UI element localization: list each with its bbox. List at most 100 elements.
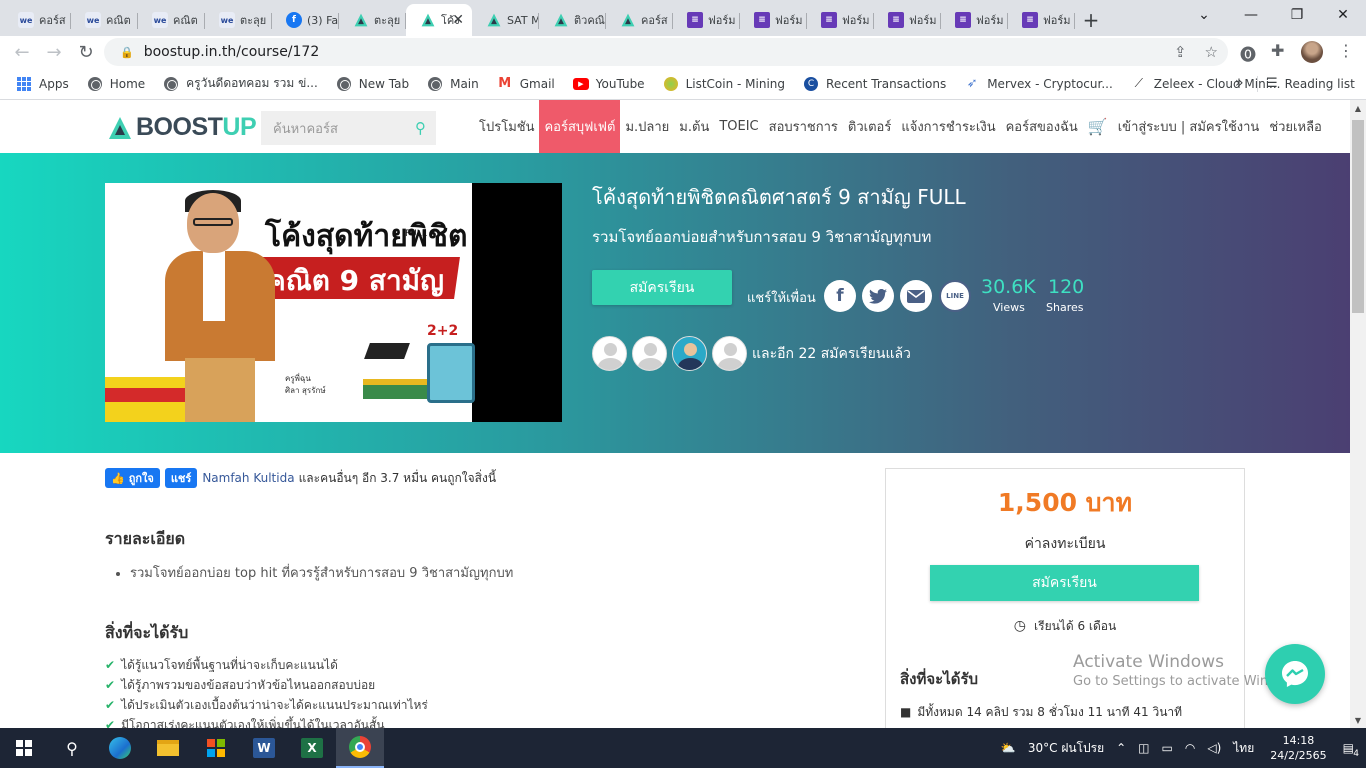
nav-civil-service[interactable]: สอบราชการ bbox=[764, 100, 843, 153]
facebook-like-button[interactable]: 👍 ถูกใจ bbox=[105, 468, 160, 488]
word-icon[interactable]: W bbox=[240, 728, 288, 768]
bookmark-item[interactable]: ➶ Mervex - Cryptocur... bbox=[964, 76, 1113, 92]
bookmark-item[interactable]: Apps bbox=[16, 76, 69, 92]
browser-tab[interactable]: SAT M bbox=[472, 4, 539, 36]
messenger-chat-button[interactable] bbox=[1265, 644, 1325, 704]
browser-tab[interactable]: ติวคณิ bbox=[539, 4, 606, 36]
browser-tab[interactable]: f (3) Fa bbox=[272, 4, 339, 36]
nav-promotion[interactable]: โปรโมชัน bbox=[474, 100, 539, 153]
browser-tab[interactable]: ≡ ฟอร์ม bbox=[941, 4, 1008, 36]
close-window-button[interactable]: ✕ bbox=[1320, 0, 1366, 30]
browser-tab[interactable]: ≡ ฟอร์ม bbox=[1008, 4, 1075, 36]
reading-list-button[interactable]: ☰ Reading list bbox=[1266, 76, 1355, 91]
nav-buffet-course[interactable]: คอร์สบุฟเฟต์ bbox=[539, 100, 621, 153]
volume-icon[interactable]: ◁) bbox=[1207, 741, 1221, 755]
weather-text[interactable]: 30°C ฝนโปรย bbox=[1028, 739, 1104, 758]
share-page-icon[interactable]: ⇪ bbox=[1174, 43, 1187, 61]
chevron-up-icon[interactable]: ⌃ bbox=[1116, 741, 1126, 755]
profile-avatar[interactable] bbox=[1301, 41, 1323, 63]
student-avatar[interactable] bbox=[672, 336, 707, 371]
scroll-down-arrow[interactable]: ▼ bbox=[1350, 712, 1366, 728]
url-field[interactable]: 🔒 boostup.in.th/course/172 ⇪ ☆ bbox=[104, 38, 1228, 66]
line-share-icon[interactable]: LINE bbox=[939, 280, 971, 312]
twitter-share-icon[interactable] bbox=[862, 280, 894, 312]
browser-tab[interactable]: ตะลุย bbox=[339, 4, 406, 36]
facebook-share-icon[interactable]: f bbox=[824, 280, 856, 312]
weather-icon[interactable]: ⛅ bbox=[1001, 741, 1016, 755]
nav-toeic[interactable]: TOEIC bbox=[714, 100, 763, 153]
maximize-button[interactable]: ❐ bbox=[1274, 0, 1320, 30]
browser-tab[interactable]: we คณิต bbox=[138, 4, 205, 36]
browser-tab[interactable]: ≡ ฟอร์ม bbox=[874, 4, 941, 36]
file-explorer-icon[interactable] bbox=[144, 728, 192, 768]
system-tray: ⛅ 30°C ฝนโปรย ⌃ ◫ ▭ ◠ ◁) ไทย 14:18 24/2/… bbox=[995, 728, 1366, 768]
nav-lower-secondary[interactable]: ม.ต้น bbox=[674, 100, 714, 153]
browser-tab[interactable]: โค้ง ✕ bbox=[406, 4, 472, 36]
more-bookmarks-icon[interactable]: » bbox=[1235, 75, 1244, 91]
meet-now-icon[interactable]: ◫ bbox=[1138, 741, 1149, 755]
search-icon[interactable]: ⚲ bbox=[415, 119, 426, 137]
extensions-puzzle-icon[interactable]: ✚ bbox=[1271, 41, 1284, 60]
new-tab-button[interactable]: + bbox=[1075, 4, 1107, 36]
edge-icon[interactable] bbox=[96, 728, 144, 768]
tab-search-icon[interactable]: ⌄ bbox=[1181, 0, 1227, 30]
page-scrollbar[interactable]: ▲ ▼ bbox=[1350, 100, 1366, 728]
nav-login-register[interactable]: เข้าสู่ระบบ | สมัครใช้งาน bbox=[1113, 100, 1265, 153]
wifi-icon[interactable]: ◠ bbox=[1185, 741, 1195, 755]
notifications-icon[interactable]: ▤ 4 bbox=[1343, 741, 1359, 759]
bookmark-item[interactable]: M Gmail bbox=[497, 76, 554, 92]
chrome-menu-icon[interactable]: ⋮ bbox=[1338, 41, 1354, 60]
forward-button[interactable]: → bbox=[38, 38, 70, 66]
facebook-friend-name[interactable]: Namfah Kultida bbox=[202, 471, 294, 485]
cart-icon[interactable]: 🛒 bbox=[1083, 100, 1113, 153]
minimize-button[interactable]: — bbox=[1228, 0, 1274, 30]
pinterest-extension-icon[interactable]: ⓿ bbox=[1240, 41, 1256, 65]
enroll-button[interactable]: สมัครเรียน bbox=[592, 270, 732, 305]
browser-tab[interactable]: ≡ ฟอร์ม bbox=[673, 4, 740, 36]
bookmark-item[interactable]: ListCoin - Mining bbox=[663, 76, 785, 92]
student-avatar[interactable] bbox=[592, 336, 627, 371]
back-button[interactable]: ← bbox=[6, 38, 38, 66]
search-icon[interactable]: ⚲ bbox=[48, 728, 96, 768]
start-button[interactable] bbox=[0, 728, 48, 768]
logo-up-text: UP bbox=[222, 113, 257, 141]
email-share-icon[interactable] bbox=[900, 280, 932, 312]
bookmark-item[interactable]: ครูวันดีดอทคอม รวม ข่... bbox=[163, 74, 318, 93]
bookmark-item[interactable]: ⟋ Zeleex - Cloud Mini... bbox=[1131, 76, 1281, 92]
bookmark-item[interactable]: Home bbox=[87, 76, 145, 92]
close-tab-icon[interactable]: ✕ bbox=[452, 12, 464, 28]
facebook-share-button[interactable]: แชร์ bbox=[164, 468, 198, 488]
scroll-up-arrow[interactable]: ▲ bbox=[1350, 100, 1366, 116]
bookmark-item[interactable]: New Tab bbox=[336, 76, 409, 92]
globe-icon bbox=[87, 76, 103, 92]
battery-icon[interactable]: ▭ bbox=[1162, 741, 1173, 755]
bookmark-item[interactable]: C Recent Transactions bbox=[803, 76, 946, 92]
reload-button[interactable]: ↻ bbox=[70, 38, 102, 66]
nav-tutors[interactable]: ติวเตอร์ bbox=[843, 100, 896, 153]
browser-tab[interactable]: ≡ ฟอร์ม bbox=[740, 4, 807, 36]
nav-help[interactable]: ช่วยเหลือ bbox=[1264, 100, 1327, 153]
taskbar-clock[interactable]: 14:18 24/2/2565 bbox=[1270, 733, 1326, 763]
bookmark-item[interactable]: ▶ YouTube bbox=[572, 76, 645, 92]
microsoft-store-icon[interactable] bbox=[192, 728, 240, 768]
browser-tab[interactable]: we ตะลุย bbox=[205, 4, 272, 36]
boostup-logo[interactable]: BOOST UP bbox=[108, 113, 257, 142]
student-avatar[interactable] bbox=[632, 336, 667, 371]
input-language[interactable]: ไทย bbox=[1233, 739, 1254, 758]
student-avatar[interactable] bbox=[712, 336, 747, 371]
bookmark-star-icon[interactable]: ☆ bbox=[1205, 43, 1218, 61]
scrollbar-thumb[interactable] bbox=[1352, 120, 1364, 313]
browser-tab[interactable]: ≡ ฟอร์ม bbox=[807, 4, 874, 36]
nav-my-courses[interactable]: คอร์สของฉัน bbox=[1001, 100, 1083, 153]
course-search-input[interactable]: ค้นหาคอร์ส ⚲ bbox=[261, 111, 436, 145]
browser-tab[interactable]: we คอร์ส bbox=[4, 4, 71, 36]
nav-payment-notice[interactable]: แจ้งการชำระเงิน bbox=[896, 100, 1000, 153]
shares-label: Shares bbox=[1046, 301, 1084, 314]
chrome-icon[interactable] bbox=[336, 728, 384, 768]
excel-icon[interactable]: X bbox=[288, 728, 336, 768]
pricing-enroll-button[interactable]: สมัครเรียน bbox=[930, 565, 1199, 601]
bookmark-item[interactable]: Main bbox=[427, 76, 479, 92]
nav-upper-secondary[interactable]: ม.ปลาย bbox=[620, 100, 674, 153]
browser-tab[interactable]: คอร์ส bbox=[606, 4, 673, 36]
browser-tab[interactable]: we คณิต bbox=[71, 4, 138, 36]
